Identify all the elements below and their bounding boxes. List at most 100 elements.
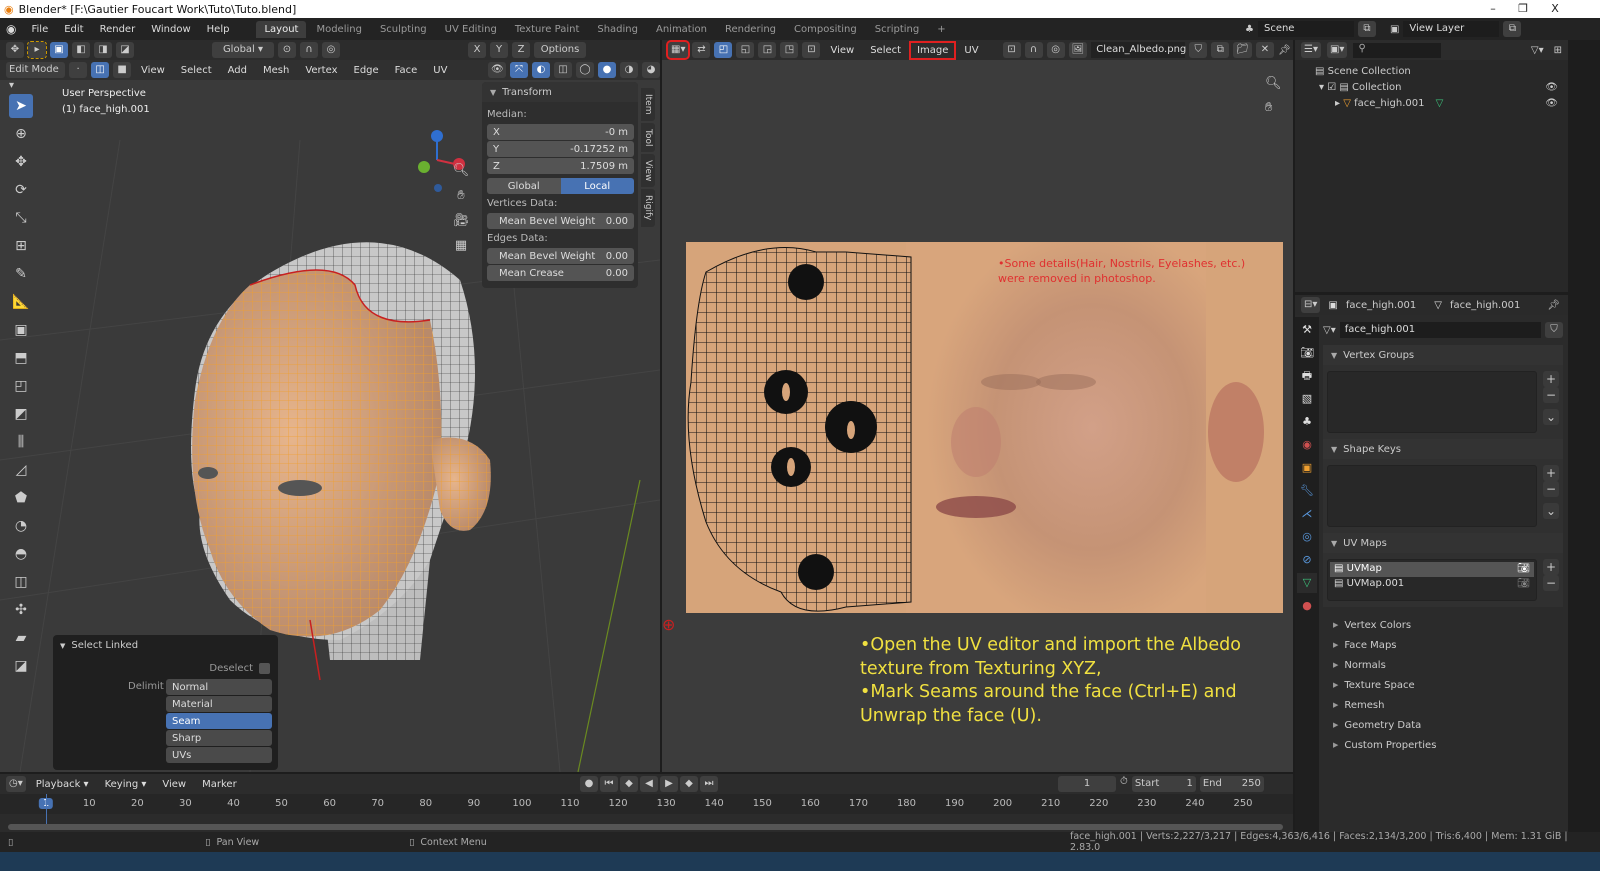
custom-properties-section[interactable]: ▶ Custom Properties bbox=[1323, 735, 1563, 755]
unlink-image-icon[interactable]: ✕ bbox=[1255, 42, 1274, 58]
move-tool-icon[interactable]: ✥ bbox=[9, 150, 33, 174]
start-frame-field[interactable]: Start 1 bbox=[1131, 776, 1196, 792]
play-button[interactable]: ▶ bbox=[660, 776, 678, 792]
image-browse-icon[interactable]: 🖼︎ bbox=[1068, 42, 1088, 58]
poly-build-tool-icon[interactable]: ⬟ bbox=[9, 486, 33, 510]
pin-icon[interactable]: 📌︎ bbox=[1278, 45, 1291, 56]
uv-zoom-icon[interactable]: 🔍︎ bbox=[1265, 72, 1282, 96]
jump-start-button[interactable]: ⏮ bbox=[600, 776, 618, 792]
keying-menu[interactable]: Keying ▾ bbox=[99, 777, 153, 792]
tab-texture-paint[interactable]: Texture Paint bbox=[507, 21, 588, 38]
new-view-layer-icon[interactable]: ⧉ bbox=[1503, 21, 1522, 37]
physics-tab-icon[interactable]: ◎ bbox=[1297, 527, 1317, 547]
modifier-tab-icon[interactable]: 🔧︎ bbox=[1297, 481, 1317, 501]
shape-key-specials-button[interactable]: ⌄ bbox=[1543, 503, 1559, 519]
vertex-bevel-weight-field[interactable]: Mean Bevel Weight 0.00 bbox=[487, 213, 634, 229]
uv-menu-uv[interactable]: UV bbox=[958, 43, 984, 58]
vertex-colors-section[interactable]: ▶ Vertex Colors bbox=[1323, 615, 1563, 635]
tab-shading[interactable]: Shading bbox=[589, 21, 646, 38]
editor-type-uv-icon[interactable]: ▦▾ bbox=[665, 40, 691, 60]
tab-compositing[interactable]: Compositing bbox=[786, 21, 865, 38]
uv-proportional-icon[interactable]: ◎ bbox=[1046, 42, 1065, 58]
outliner-editor-icon[interactable]: ☰▾ bbox=[1301, 42, 1321, 58]
delimit-seam[interactable]: Seam bbox=[166, 713, 272, 729]
jump-keyframe-forward-button[interactable]: ◆ bbox=[680, 776, 698, 792]
uv-snap-icon[interactable]: ∩ bbox=[1024, 42, 1043, 58]
spin-tool-icon[interactable]: ◔ bbox=[9, 514, 33, 538]
zoom-icon[interactable]: 🔍︎ bbox=[452, 158, 470, 183]
uv-menu-image[interactable]: Image bbox=[909, 40, 957, 60]
sidebar-tab-item[interactable]: Item bbox=[641, 88, 655, 121]
deselect-checkbox[interactable] bbox=[259, 663, 270, 674]
object-tab-icon[interactable]: ▣ bbox=[1297, 458, 1317, 478]
uv-map-item[interactable]: ▤ UVMap.001 📷︎ bbox=[1330, 577, 1534, 592]
camera-icon[interactable]: 🎥︎ bbox=[452, 208, 470, 233]
new-collection-icon[interactable]: ⊞ bbox=[1554, 45, 1562, 56]
geometry-data-section[interactable]: ▶ Geometry Data bbox=[1323, 715, 1563, 735]
tab-modeling[interactable]: Modeling bbox=[308, 21, 370, 38]
uv-map-item[interactable]: ▤ UVMap 📷︎ bbox=[1330, 562, 1534, 577]
texture-space-section[interactable]: ▶ Texture Space bbox=[1323, 675, 1563, 695]
pin-icon[interactable]: 📌︎ bbox=[1547, 300, 1560, 311]
uv-vertex-select-icon[interactable]: ◰ bbox=[714, 42, 733, 58]
menu-file[interactable]: File bbox=[24, 22, 55, 37]
material-tab-icon[interactable]: ● bbox=[1297, 596, 1317, 616]
add-vertex-group-button[interactable]: + bbox=[1543, 371, 1559, 387]
sidebar-tab-rigify[interactable]: Rigify bbox=[641, 189, 655, 227]
measure-tool-icon[interactable]: 📐 bbox=[9, 290, 33, 314]
blender-menu-icon[interactable]: ◉ bbox=[6, 22, 16, 36]
uv-menu-view[interactable]: View bbox=[824, 43, 860, 58]
tool-tab-icon[interactable]: ⚒ bbox=[1297, 320, 1317, 340]
uv-pan-hand-icon[interactable]: ✋︎ bbox=[1265, 96, 1282, 120]
render-tab-icon[interactable]: 📷︎ bbox=[1297, 343, 1317, 363]
restore-button[interactable]: ❐ bbox=[1508, 0, 1538, 18]
remesh-section[interactable]: ▶ Remesh bbox=[1323, 695, 1563, 715]
uv-face-select-icon[interactable]: ◲ bbox=[758, 42, 777, 58]
open-image-icon[interactable]: 📁︎ bbox=[1233, 42, 1252, 58]
fake-user-shield-icon[interactable]: ⛉ bbox=[1545, 322, 1563, 338]
vertex-group-specials-button[interactable]: ⌄ bbox=[1543, 409, 1559, 425]
delimit-normal[interactable]: Normal bbox=[166, 679, 272, 695]
image-name-field[interactable]: Clean_Albedo.png bbox=[1091, 42, 1186, 58]
global-toggle[interactable]: Global bbox=[487, 178, 561, 194]
smooth-tool-icon[interactable]: ◓ bbox=[9, 542, 33, 566]
sidebar-tab-view[interactable]: View bbox=[641, 153, 655, 188]
scene-icon[interactable]: ♣ bbox=[1245, 24, 1254, 35]
shape-keys-section[interactable]: ▼ Shape Keys bbox=[1323, 439, 1563, 459]
playback-menu[interactable]: Playback ▾ bbox=[30, 777, 95, 792]
menu-render[interactable]: Render bbox=[93, 22, 143, 37]
uv-maps-section[interactable]: ▼ UV Maps bbox=[1323, 533, 1563, 553]
active-render-icon[interactable]: 📷︎ bbox=[1517, 563, 1530, 576]
median-y-field[interactable]: Y -0.17252 m bbox=[487, 141, 634, 157]
active-render-icon[interactable]: 📷︎ bbox=[1517, 578, 1530, 591]
auto-key-button[interactable]: ● bbox=[580, 776, 598, 792]
world-tab-icon[interactable]: ◉ bbox=[1297, 435, 1317, 455]
particles-tab-icon[interactable]: ⋌ bbox=[1297, 504, 1317, 524]
cursor-tool-icon[interactable]: ⊕ bbox=[9, 122, 33, 146]
view-layer-icon[interactable]: ▣ bbox=[1390, 24, 1399, 35]
face-maps-section[interactable]: ▶ Face Maps bbox=[1323, 635, 1563, 655]
add-workspace-button[interactable]: + bbox=[929, 21, 953, 38]
marker-menu[interactable]: Marker bbox=[196, 777, 243, 792]
filter-icon[interactable]: ▽▾ bbox=[1531, 45, 1544, 56]
tab-sculpting[interactable]: Sculpting bbox=[372, 21, 435, 38]
mesh-data-tab-icon[interactable]: ▽ bbox=[1297, 573, 1317, 593]
knife-tool-icon[interactable]: ◿ bbox=[9, 458, 33, 482]
tab-scripting[interactable]: Scripting bbox=[867, 21, 927, 38]
uv-editor[interactable]: ▦▾ ⇄ ◰ ◱ ◲ ◳ ⊡ View Select Image UV ⊡ ∩ … bbox=[662, 40, 1293, 772]
play-reverse-button[interactable]: ◀ bbox=[640, 776, 658, 792]
visibility-eye-icon[interactable]: 👁︎ bbox=[1545, 96, 1558, 112]
jump-keyframe-back-button[interactable]: ◆ bbox=[620, 776, 638, 792]
median-z-field[interactable]: Z 1.7509 m bbox=[487, 158, 634, 174]
properties-editor-icon[interactable]: ⊟▾ bbox=[1301, 297, 1321, 313]
extrude-tool-icon[interactable]: ⬒ bbox=[9, 346, 33, 370]
timeline-editor-icon[interactable]: ◷▾ bbox=[6, 776, 26, 792]
edge-slide-tool-icon[interactable]: ◫ bbox=[9, 570, 33, 594]
add-uv-map-button[interactable]: + bbox=[1543, 559, 1559, 575]
sync-selection-icon[interactable]: ⇄ bbox=[692, 42, 711, 58]
timeline-scrollbar[interactable] bbox=[8, 824, 1283, 830]
outliner-search-input[interactable]: ⚲ bbox=[1353, 42, 1442, 58]
frame-ruler[interactable]: 1102030405060708090100110120130140150160… bbox=[0, 794, 1293, 814]
sticky-mode-icon[interactable]: ⊡ bbox=[802, 42, 821, 58]
delimit-material[interactable]: Material bbox=[166, 696, 272, 712]
